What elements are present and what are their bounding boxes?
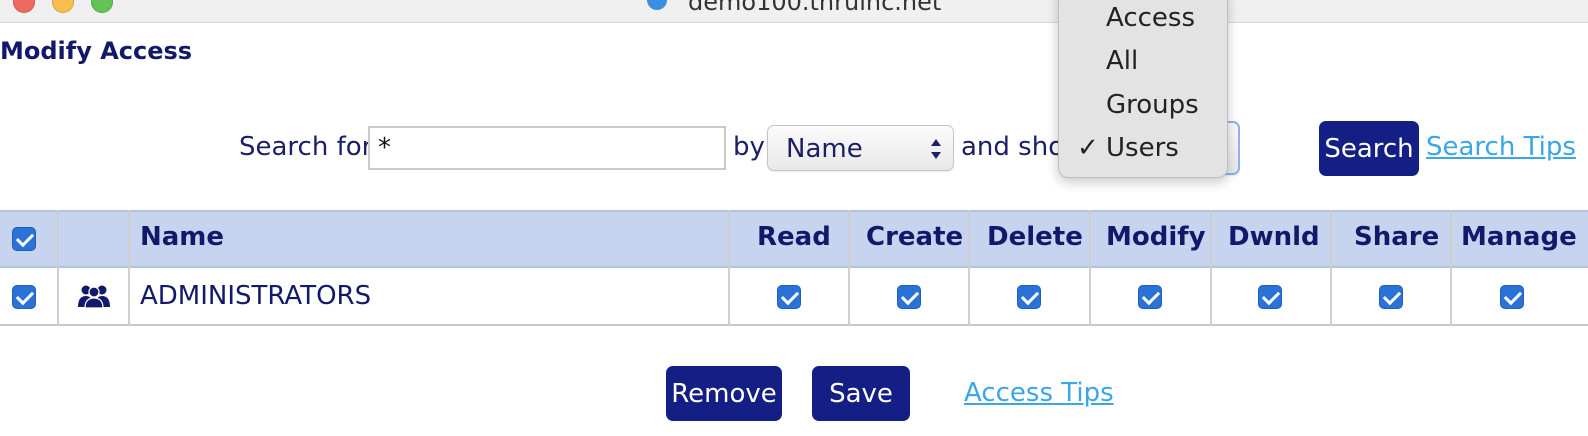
dwnld-checkbox[interactable]: [1258, 285, 1282, 309]
column-header-name[interactable]: Name: [140, 222, 224, 252]
show-dropdown-menu: Access All Groups ✓ Users: [1058, 0, 1228, 178]
read-checkbox[interactable]: [777, 285, 801, 309]
search-button[interactable]: Search: [1319, 121, 1419, 176]
column-header-delete[interactable]: Delete: [987, 222, 1083, 252]
close-window-button[interactable]: [13, 0, 35, 13]
column-divider: [1330, 210, 1332, 326]
access-tips-link[interactable]: Access Tips: [964, 378, 1114, 408]
access-table: Name Read Create Delete Modify Dwnld Sha…: [0, 210, 1588, 326]
minimize-window-button[interactable]: [52, 0, 74, 13]
search-by-select[interactable]: Name: [767, 125, 954, 171]
row-select-checkbox[interactable]: [12, 285, 36, 309]
select-updown-icon: [931, 139, 941, 159]
and-show-label: and sho: [961, 132, 1065, 162]
group-icon: [78, 285, 110, 309]
column-header-read[interactable]: Read: [757, 222, 831, 252]
column-header-create[interactable]: Create: [866, 222, 963, 252]
window-host: demo100.thruinc.net: [688, 0, 942, 16]
column-divider: [128, 210, 130, 326]
column-divider: [848, 210, 850, 326]
search-input[interactable]: [368, 126, 726, 170]
menu-item-users[interactable]: Users: [1106, 133, 1179, 163]
column-divider: [1450, 210, 1452, 326]
column-header-modify[interactable]: Modify: [1106, 222, 1206, 252]
site-favicon-icon: [647, 0, 667, 10]
column-header-dwnld[interactable]: Dwnld: [1228, 222, 1320, 252]
column-divider: [968, 210, 970, 326]
column-divider: [1089, 210, 1091, 326]
column-divider: [1210, 210, 1212, 326]
column-divider: [728, 210, 730, 326]
column-header-manage[interactable]: Manage: [1461, 222, 1577, 252]
selected-check-icon: ✓: [1077, 133, 1099, 163]
save-button[interactable]: Save: [812, 366, 910, 421]
menu-item-all[interactable]: All: [1106, 46, 1138, 76]
search-by-value: Name: [786, 134, 863, 164]
manage-checkbox[interactable]: [1500, 285, 1524, 309]
window-titlebar: demo100.thruinc.net: [0, 0, 1588, 23]
create-checkbox[interactable]: [897, 285, 921, 309]
delete-checkbox[interactable]: [1017, 285, 1041, 309]
share-checkbox[interactable]: [1379, 285, 1403, 309]
search-tips-link[interactable]: Search Tips: [1426, 132, 1576, 162]
zoom-window-button[interactable]: [91, 0, 113, 13]
search-for-label: Search for: [239, 132, 373, 162]
modify-checkbox[interactable]: [1138, 285, 1162, 309]
select-all-checkbox[interactable]: [12, 227, 36, 251]
menu-item-groups[interactable]: Groups: [1106, 90, 1199, 120]
page-title: Modify Access: [0, 37, 193, 65]
by-label: by: [733, 132, 765, 162]
column-header-share[interactable]: Share: [1354, 222, 1439, 252]
menu-item-access[interactable]: Access: [1106, 3, 1195, 33]
row-name: ADMINISTRATORS: [140, 281, 372, 311]
column-divider: [57, 210, 59, 326]
remove-button[interactable]: Remove: [666, 366, 782, 421]
